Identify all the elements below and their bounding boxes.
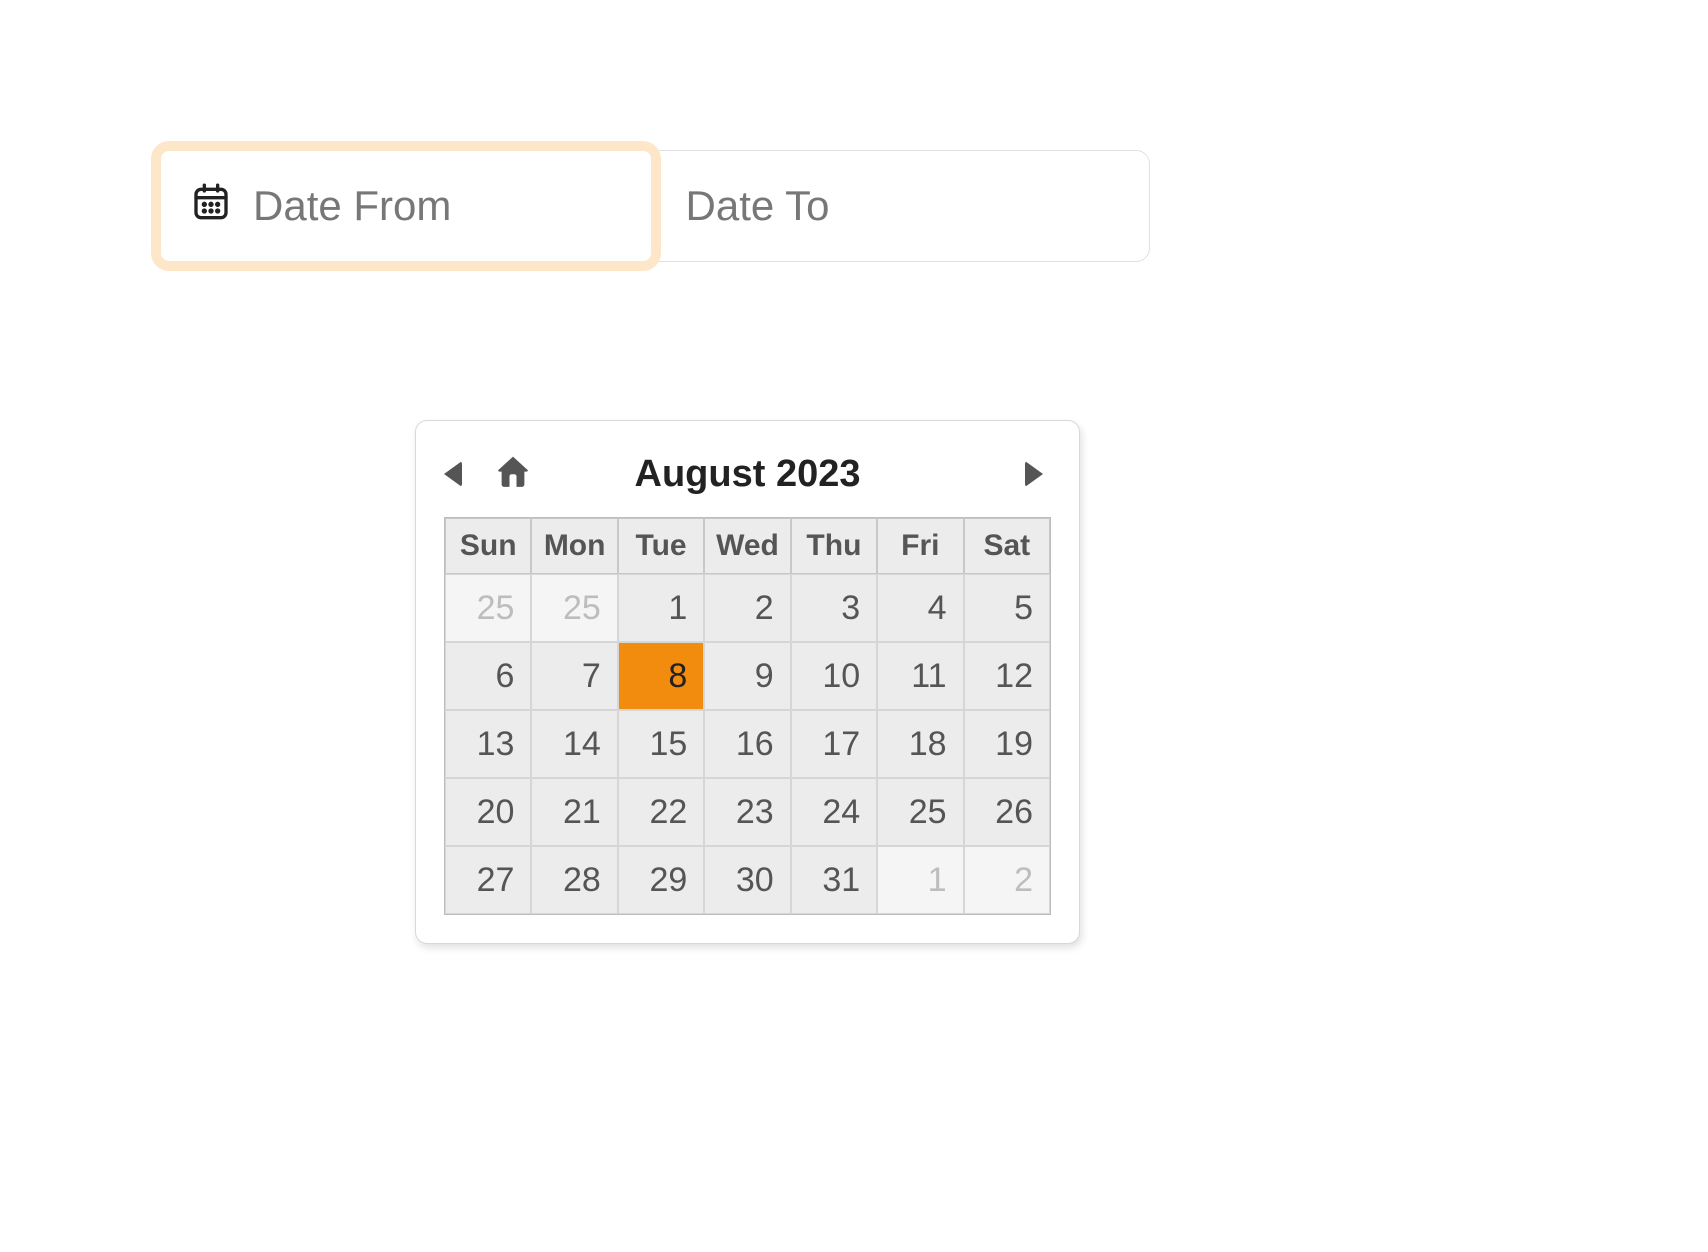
day-cell[interactable]: 21 xyxy=(531,778,617,846)
day-cell[interactable]: 7 xyxy=(531,642,617,710)
calendar-popover: August 2023 SunMonTueWedThuFriSat2525123… xyxy=(415,420,1080,944)
day-cell-outside[interactable]: 2 xyxy=(964,846,1050,914)
day-cell-outside[interactable]: 25 xyxy=(445,574,531,642)
next-month-button[interactable] xyxy=(1025,461,1043,487)
day-cell[interactable]: 3 xyxy=(791,574,877,642)
day-cell[interactable]: 19 xyxy=(964,710,1050,778)
day-cell[interactable]: 1 xyxy=(618,574,704,642)
day-cell[interactable]: 22 xyxy=(618,778,704,846)
day-cell[interactable]: 13 xyxy=(445,710,531,778)
day-cell[interactable]: 26 xyxy=(964,778,1050,846)
day-cell[interactable]: 16 xyxy=(704,710,790,778)
day-cell[interactable]: 11 xyxy=(877,642,963,710)
day-cell[interactable]: 29 xyxy=(618,846,704,914)
day-cell[interactable]: 2 xyxy=(704,574,790,642)
day-cell[interactable]: 6 xyxy=(445,642,531,710)
date-from-placeholder: Date From xyxy=(253,182,451,230)
prev-month-button[interactable] xyxy=(444,461,462,487)
day-cell-outside[interactable]: 1 xyxy=(877,846,963,914)
day-cell[interactable]: 25 xyxy=(877,778,963,846)
day-cell[interactable]: 17 xyxy=(791,710,877,778)
day-cell[interactable]: 12 xyxy=(964,642,1050,710)
day-cell[interactable]: 5 xyxy=(964,574,1050,642)
date-from-input[interactable]: Date From xyxy=(161,151,655,261)
day-cell[interactable]: 14 xyxy=(531,710,617,778)
date-range-row: Date From Date To xyxy=(160,150,1150,262)
day-cell[interactable]: 10 xyxy=(791,642,877,710)
calendar-grid: SunMonTueWedThuFriSat2525123456789101112… xyxy=(444,517,1051,915)
day-cell[interactable]: 15 xyxy=(618,710,704,778)
day-cell[interactable]: 20 xyxy=(445,778,531,846)
day-cell[interactable]: 4 xyxy=(877,574,963,642)
day-cell[interactable]: 9 xyxy=(704,642,790,710)
day-cell[interactable]: 31 xyxy=(791,846,877,914)
calendar-icon xyxy=(191,181,231,231)
day-cell[interactable]: 30 xyxy=(704,846,790,914)
month-label: August 2023 xyxy=(444,453,1051,496)
day-cell-outside[interactable]: 25 xyxy=(531,574,617,642)
weekday-header: Fri xyxy=(877,518,963,574)
day-cell[interactable]: 23 xyxy=(704,778,790,846)
weekday-header: Wed xyxy=(704,518,790,574)
weekday-header: Mon xyxy=(531,518,617,574)
day-cell[interactable]: 28 xyxy=(531,846,617,914)
weekday-header: Tue xyxy=(618,518,704,574)
weekday-header: Sun xyxy=(445,518,531,574)
day-cell-selected[interactable]: 8 xyxy=(618,642,704,710)
weekday-header: Thu xyxy=(791,518,877,574)
day-cell[interactable]: 24 xyxy=(791,778,877,846)
weekday-header: Sat xyxy=(964,518,1050,574)
day-cell[interactable]: 27 xyxy=(445,846,531,914)
calendar-header: August 2023 xyxy=(444,439,1051,509)
date-to-placeholder: Date To xyxy=(686,182,830,230)
date-to-input[interactable]: Date To xyxy=(655,151,1150,261)
day-cell[interactable]: 18 xyxy=(877,710,963,778)
home-icon[interactable] xyxy=(492,451,534,498)
